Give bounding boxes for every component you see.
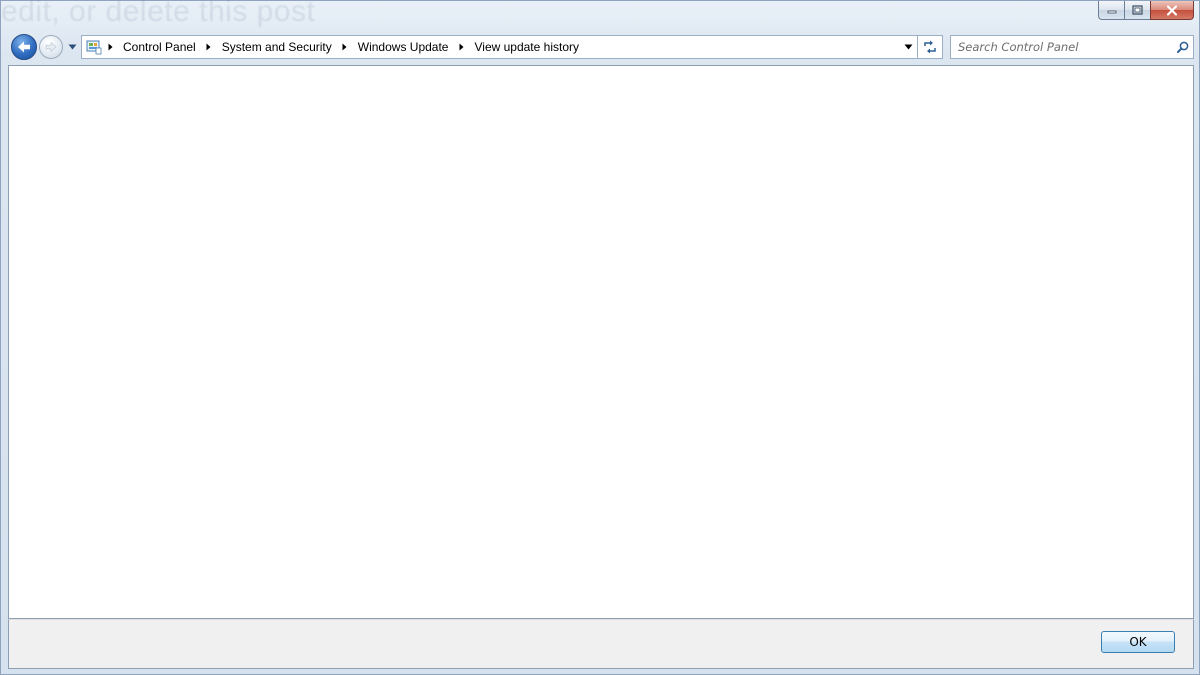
address-dropdown-button[interactable] (899, 36, 917, 58)
search-input[interactable] (951, 36, 1173, 58)
caption-buttons (1098, 1, 1194, 21)
breadcrumb-arrow-icon[interactable] (103, 36, 117, 58)
minimize-icon (1107, 10, 1116, 14)
recent-pages-button[interactable] (66, 40, 78, 54)
address-bar[interactable]: Control Panel System and Security Window… (81, 35, 918, 59)
minimize-button[interactable] (1098, 1, 1124, 20)
close-button[interactable] (1150, 1, 1194, 20)
background-ghost-text: edit, or delete this post (1, 0, 316, 28)
forward-button[interactable] (39, 35, 63, 59)
search-button[interactable] (1173, 36, 1193, 58)
navigation-bar: Control Panel System and Security Window… (9, 32, 1194, 62)
breadcrumb-windows-update[interactable]: Windows Update (352, 36, 455, 58)
chevron-down-icon (904, 44, 912, 50)
forward-arrow-icon (45, 41, 57, 53)
refresh-button[interactable] (918, 35, 943, 59)
breadcrumb-label: Control Panel (123, 40, 196, 54)
breadcrumb-system-and-security[interactable]: System and Security (216, 36, 338, 58)
breadcrumb-arrow-icon[interactable] (338, 36, 352, 58)
search-box[interactable] (950, 35, 1194, 59)
breadcrumb-view-update-history[interactable]: View update history (468, 36, 585, 58)
breadcrumb-control-panel[interactable]: Control Panel (117, 36, 202, 58)
breadcrumb-label: Windows Update (357, 40, 449, 54)
breadcrumb-label: System and Security (221, 40, 332, 54)
search-icon (1177, 41, 1189, 53)
ok-button[interactable]: OK (1101, 631, 1175, 653)
restore-icon (1132, 5, 1143, 15)
control-panel-icon[interactable] (85, 38, 103, 56)
dialog-footer: OK (8, 619, 1194, 669)
back-button[interactable] (11, 34, 37, 60)
breadcrumb-arrow-icon[interactable] (454, 36, 468, 58)
update-history-content (8, 65, 1194, 619)
breadcrumb-label: View update history (474, 40, 579, 54)
chevron-down-icon (68, 44, 76, 50)
breadcrumb-arrow-icon[interactable] (202, 36, 216, 58)
window-frame: edit, or delete this post Control Panel … (0, 0, 1200, 675)
close-icon (1166, 4, 1178, 16)
restore-button[interactable] (1124, 1, 1150, 20)
refresh-icon (924, 40, 936, 54)
back-arrow-icon (18, 41, 30, 53)
